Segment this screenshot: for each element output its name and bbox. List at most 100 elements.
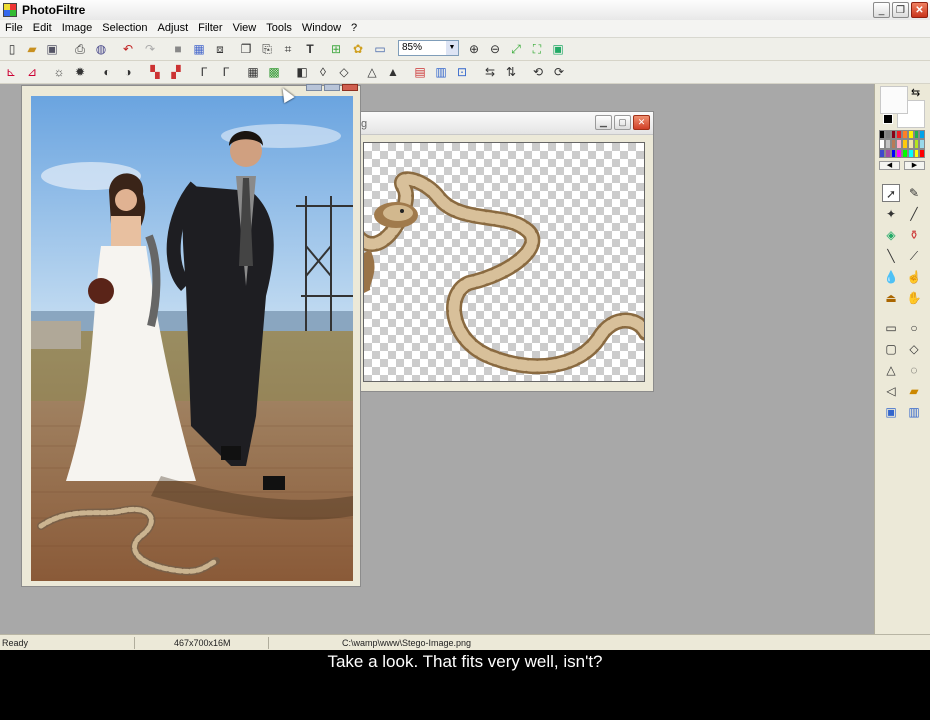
frame-icon[interactable]: ⊡ bbox=[454, 64, 470, 80]
blur-tool-icon[interactable]: 💧 bbox=[882, 268, 900, 286]
plugin-icon[interactable]: ✿ bbox=[350, 41, 366, 57]
triangle-outline-icon[interactable]: △ bbox=[364, 64, 380, 80]
brightness-up-icon[interactable]: ✹ bbox=[72, 64, 88, 80]
saturation-down-icon[interactable]: ▚ bbox=[147, 64, 163, 80]
scan-icon[interactable]: ◍ bbox=[93, 41, 109, 57]
contrast-up-icon[interactable]: ◑ bbox=[120, 64, 136, 80]
copy-image-icon[interactable]: ❐ bbox=[238, 41, 254, 57]
text-icon[interactable]: T bbox=[302, 41, 318, 57]
chevron-down-icon[interactable]: ▼ bbox=[446, 41, 458, 55]
swap-colors-icon[interactable]: ⇆ bbox=[911, 86, 920, 99]
magic-wand-tool-icon[interactable]: ✦ bbox=[882, 205, 900, 223]
rounded-rect-shape-icon[interactable]: ▢ bbox=[882, 340, 900, 358]
transparency-icon[interactable]: ⧈ bbox=[212, 41, 228, 57]
layers-icon[interactable]: ⊞ bbox=[328, 41, 344, 57]
gamma-up-icon[interactable]: Γ bbox=[218, 64, 234, 80]
snake-minimize-button[interactable]: ▁ bbox=[595, 115, 612, 130]
redo-icon[interactable]: ↷ bbox=[142, 41, 158, 57]
hand-tool-icon[interactable]: ✋ bbox=[905, 289, 923, 307]
triangle-fill-icon[interactable]: ▲ bbox=[385, 64, 401, 80]
menu-edit[interactable]: Edit bbox=[28, 20, 57, 37]
actual-size-icon[interactable]: ⛶ bbox=[529, 41, 545, 57]
green-grid-icon[interactable]: ▩ bbox=[266, 64, 282, 80]
advanced-brush-tool-icon[interactable]: ⟋ bbox=[905, 247, 923, 265]
menu-filter[interactable]: Filter bbox=[193, 20, 227, 37]
paste-image-icon[interactable]: ⎘ bbox=[259, 41, 275, 57]
print-icon[interactable]: ⎙ bbox=[72, 41, 88, 57]
open-folder-icon[interactable]: ▰ bbox=[24, 41, 40, 57]
palette-swatch[interactable] bbox=[919, 139, 925, 149]
menu-file[interactable]: File bbox=[0, 20, 28, 37]
palette-swatch[interactable] bbox=[919, 148, 925, 158]
minimize-button[interactable]: _ bbox=[873, 2, 890, 18]
brightness-down-icon[interactable]: ☼ bbox=[51, 64, 67, 80]
line-tool-icon[interactable]: ╱ bbox=[905, 205, 923, 223]
grey-filter-icon[interactable]: ◧ bbox=[294, 64, 310, 80]
save-icon[interactable]: ▣ bbox=[44, 41, 60, 57]
rotate-right-icon[interactable]: ⟳ bbox=[551, 64, 567, 80]
stamp-tool-icon[interactable]: ⏏ bbox=[882, 289, 900, 307]
spray-tool-icon[interactable]: ⚱ bbox=[905, 226, 923, 244]
fullscreen-icon[interactable]: ▣ bbox=[550, 41, 566, 57]
selection-tool-icon[interactable]: ➚ bbox=[882, 184, 900, 202]
smudge-tool-icon[interactable]: ☝ bbox=[905, 268, 923, 286]
menu-image[interactable]: Image bbox=[57, 20, 98, 37]
color-balance-icon[interactable]: ▤ bbox=[412, 64, 428, 80]
rectangle-shape-icon[interactable]: ▭ bbox=[882, 319, 900, 337]
polygon-shape-icon[interactable]: ◁ bbox=[882, 382, 900, 400]
flip-horizontal-icon[interactable]: ⇆ bbox=[482, 64, 498, 80]
foreground-color-swatch[interactable] bbox=[880, 86, 908, 114]
brush-tool-icon[interactable]: ╲ bbox=[882, 247, 900, 265]
rotate-left-icon[interactable]: ⟲ bbox=[530, 64, 546, 80]
zoom-out-icon[interactable]: ⊖ bbox=[487, 41, 503, 57]
mask-vertical-icon[interactable]: ▥ bbox=[905, 403, 923, 421]
snake-document-window[interactable]: g ▁ ▢ ✕ bbox=[352, 111, 654, 392]
gamma-down-icon[interactable]: Γ bbox=[196, 64, 212, 80]
wedding-photo-canvas[interactable] bbox=[31, 96, 353, 581]
auto-contrast-icon[interactable]: ⊿ bbox=[24, 64, 40, 80]
menu-selection[interactable]: Selection bbox=[97, 20, 152, 37]
snake-window-titlebar[interactable]: g ▁ ▢ ✕ bbox=[353, 112, 653, 135]
zoom-select[interactable]: 85% ▼ bbox=[398, 40, 459, 56]
menu-view[interactable]: View bbox=[228, 20, 262, 37]
new-file-icon[interactable]: ▯ bbox=[4, 41, 20, 57]
photo-maximize-button[interactable] bbox=[324, 84, 340, 91]
zoom-in-icon[interactable]: ⊕ bbox=[466, 41, 482, 57]
grid-filter-icon[interactable]: ▦ bbox=[245, 64, 261, 80]
crop-icon[interactable]: ⌗ bbox=[280, 41, 296, 57]
photo-minimize-button[interactable] bbox=[306, 84, 322, 91]
photo-document-window[interactable] bbox=[21, 84, 361, 587]
hue-icon[interactable]: ▥ bbox=[433, 64, 449, 80]
grey-square-icon[interactable]: ■ bbox=[170, 41, 186, 57]
snake-canvas[interactable] bbox=[363, 142, 645, 382]
snake-maximize-button[interactable]: ▢ bbox=[614, 115, 631, 130]
fit-window-icon[interactable]: ⤢ bbox=[508, 41, 524, 57]
snake-close-button[interactable]: ✕ bbox=[633, 115, 650, 130]
photo-close-button[interactable] bbox=[342, 84, 358, 91]
close-button[interactable]: ✕ bbox=[911, 2, 928, 18]
app-icon[interactable] bbox=[3, 3, 17, 17]
blur-icon[interactable]: ◊ bbox=[315, 64, 331, 80]
eyedropper-tool-icon[interactable]: ✎ bbox=[905, 184, 923, 202]
mask-horizontal-icon[interactable]: ▣ bbox=[882, 403, 900, 421]
fill-bucket-tool-icon[interactable]: ◈ bbox=[882, 226, 900, 244]
triangle-shape-icon[interactable]: △ bbox=[882, 361, 900, 379]
color-grid-icon[interactable]: ▦ bbox=[191, 41, 207, 57]
undo-icon[interactable]: ↶ bbox=[120, 41, 136, 57]
flip-vertical-icon[interactable]: ⇅ bbox=[503, 64, 519, 80]
window-icon[interactable]: ▭ bbox=[372, 41, 388, 57]
color-palette[interactable] bbox=[879, 130, 925, 158]
lasso-shape-icon[interactable]: ◌ bbox=[905, 361, 923, 379]
auto-levels-icon[interactable]: ⊾ bbox=[3, 64, 19, 80]
diamond-shape-icon[interactable]: ◇ bbox=[905, 340, 923, 358]
menu-help[interactable]: ? bbox=[346, 20, 362, 37]
sharpen-icon[interactable]: ◇ bbox=[336, 64, 352, 80]
ellipse-shape-icon[interactable]: ○ bbox=[905, 319, 923, 337]
menu-window[interactable]: Window bbox=[297, 20, 346, 37]
maximize-button[interactable]: ❐ bbox=[892, 2, 909, 18]
default-colors-icon[interactable] bbox=[883, 114, 893, 124]
palette-next-icon[interactable]: ▶ bbox=[904, 161, 925, 170]
palette-swatch[interactable] bbox=[919, 130, 925, 140]
palette-prev-icon[interactable]: ◀ bbox=[879, 161, 900, 170]
contrast-down-icon[interactable]: ◐ bbox=[99, 64, 115, 80]
